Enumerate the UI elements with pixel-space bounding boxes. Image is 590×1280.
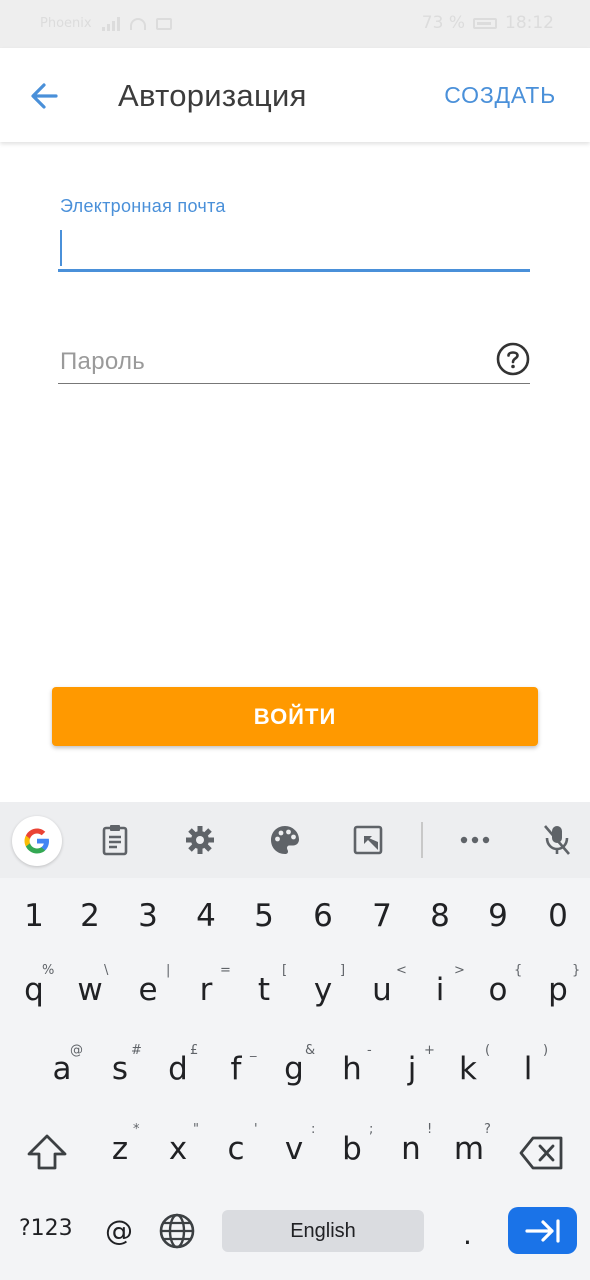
help-icon[interactable] — [496, 342, 530, 376]
back-arrow-icon[interactable] — [26, 76, 66, 116]
keyboard — [0, 802, 590, 1280]
key-i[interactable]: i — [414, 972, 466, 1008]
app-bar: Авторизация СОЗДАТЬ — [0, 48, 590, 142]
login-screen: Phoenix 73 % 18:12 Авторизация СОЗДАТЬ Э… — [0, 0, 590, 1280]
page-title: Авторизация — [118, 78, 307, 113]
key-v[interactable]: v — [268, 1131, 320, 1167]
enter-key[interactable] — [508, 1207, 577, 1254]
google-icon[interactable] — [12, 816, 62, 866]
battery-percent: 73 % — [421, 13, 465, 33]
key-h[interactable]: h — [326, 1051, 378, 1087]
key-l[interactable]: l — [502, 1051, 554, 1087]
symbols-key[interactable]: ?123 — [19, 1216, 73, 1241]
backspace-icon[interactable] — [518, 1134, 566, 1172]
space-bar[interactable]: English — [222, 1210, 424, 1252]
key-u[interactable]: u — [356, 972, 408, 1008]
key-p[interactable]: p — [532, 972, 584, 1008]
next-arrow-icon — [524, 1218, 560, 1243]
keyboard-toolbar — [0, 802, 590, 878]
key-s[interactable]: s — [94, 1051, 146, 1087]
key-k[interactable]: k — [442, 1051, 494, 1087]
key-z[interactable]: z — [94, 1131, 146, 1167]
carrier-label: Phoenix — [40, 16, 92, 31]
shift-icon[interactable] — [24, 1132, 70, 1172]
key-8[interactable]: 8 — [414, 898, 466, 934]
wifi-icon — [129, 17, 146, 30]
toolbar-divider — [421, 822, 423, 858]
key-6[interactable]: 6 — [297, 898, 349, 934]
key-g[interactable]: g — [268, 1051, 320, 1087]
key-2[interactable]: 2 — [64, 898, 116, 934]
palette-icon[interactable] — [265, 820, 305, 860]
key-a[interactable]: a — [36, 1051, 88, 1087]
key-1[interactable]: 1 — [8, 898, 60, 934]
login-button[interactable]: ВОЙТИ — [52, 687, 538, 746]
create-account-button[interactable]: СОЗДАТЬ — [444, 82, 556, 109]
clock: 18:12 — [505, 13, 554, 33]
key-5[interactable]: 5 — [238, 898, 290, 934]
key-y[interactable]: y — [297, 972, 349, 1008]
key-c[interactable]: c — [210, 1131, 262, 1167]
text-cursor — [60, 230, 62, 266]
resize-keyboard-icon[interactable] — [348, 820, 388, 860]
email-label: Электронная почта — [60, 196, 226, 216]
password-placeholder: Пароль — [60, 348, 146, 375]
key-b[interactable]: b — [326, 1131, 378, 1167]
key-r[interactable]: r — [180, 972, 232, 1008]
key-f[interactable]: f — [210, 1051, 262, 1087]
key-w[interactable]: w — [64, 972, 116, 1008]
key-7[interactable]: 7 — [356, 898, 408, 934]
key-x[interactable]: x — [152, 1131, 204, 1167]
key-t[interactable]: t — [238, 972, 290, 1008]
message-icon — [155, 17, 172, 30]
key-q[interactable]: q — [8, 972, 60, 1008]
battery-icon — [473, 17, 497, 29]
key-o[interactable]: o — [472, 972, 524, 1008]
key-j[interactable]: j — [386, 1051, 438, 1087]
key-m[interactable]: m — [443, 1131, 495, 1167]
email-field[interactable] — [58, 226, 530, 272]
key-n[interactable]: n — [385, 1131, 437, 1167]
key-0[interactable]: 0 — [532, 898, 584, 934]
signal-icon — [101, 16, 120, 31]
key-3[interactable]: 3 — [122, 898, 174, 934]
more-icon[interactable] — [455, 820, 495, 860]
password-field[interactable]: Пароль — [58, 336, 530, 384]
key-4[interactable]: 4 — [180, 898, 232, 934]
gear-icon[interactable] — [180, 820, 220, 860]
period-key[interactable]: . — [463, 1218, 472, 1251]
microphone-off-icon[interactable] — [537, 820, 577, 860]
key-e[interactable]: e — [122, 972, 174, 1008]
key-9[interactable]: 9 — [472, 898, 524, 934]
globe-icon[interactable] — [158, 1212, 196, 1250]
clipboard-icon[interactable] — [95, 820, 135, 860]
key-d[interactable]: d — [152, 1051, 204, 1087]
status-bar: Phoenix 73 % 18:12 — [0, 0, 590, 48]
at-key[interactable]: @ — [105, 1214, 133, 1247]
